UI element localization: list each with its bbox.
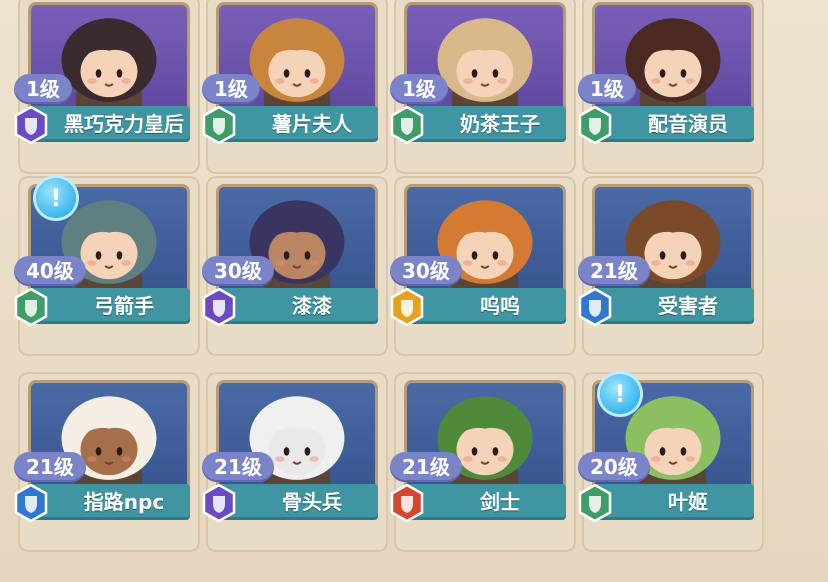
rarity-shield-icon [390, 105, 424, 145]
character-name: 配音演员 [648, 112, 728, 136]
rarity-shield-icon [202, 287, 236, 327]
character-name: 受害者 [658, 294, 718, 318]
character-card[interactable]: 漆漆 30级 [202, 176, 388, 356]
level-badge: 30级 [202, 256, 274, 286]
rarity-shield-icon [390, 287, 424, 327]
level-badge: 20级 [578, 452, 650, 482]
level-badge: 30级 [390, 256, 462, 286]
character-name: 骨头兵 [282, 490, 342, 514]
rarity-shield-icon [578, 483, 612, 523]
character-portrait [404, 184, 566, 304]
level-badge: 21级 [202, 452, 274, 482]
rarity-shield-icon [14, 287, 48, 327]
name-banner: 弓箭手 [28, 288, 190, 324]
character-name: 弓箭手 [94, 294, 154, 318]
character-card[interactable]: 黑巧克力皇后 1级 [14, 0, 200, 174]
rarity-shield-icon [390, 483, 424, 523]
character-name: 剑士 [480, 490, 520, 514]
character-card[interactable]: 骨头兵 21级 [202, 372, 388, 552]
character-card[interactable]: 薯片夫人 1级 [202, 0, 388, 174]
character-card[interactable]: 呜呜 30级 [390, 176, 576, 356]
character-card[interactable]: 剑士 21级 [390, 372, 576, 552]
character-portrait [592, 2, 754, 122]
character-card[interactable]: 奶茶王子 1级 [390, 0, 576, 174]
level-badge: 21级 [14, 452, 86, 482]
name-banner: 薯片夫人 [216, 106, 378, 142]
name-banner: 呜呜 [404, 288, 566, 324]
level-badge: 40级 [14, 256, 86, 286]
name-banner: 配音演员 [592, 106, 754, 142]
rarity-shield-icon [14, 483, 48, 523]
character-name: 指路npc [83, 490, 165, 514]
character-name: 薯片夫人 [272, 112, 352, 136]
character-portrait [28, 2, 190, 122]
character-name: 叶姬 [668, 490, 708, 514]
notification-bubble-icon[interactable]: ! [600, 374, 640, 414]
character-portrait [592, 184, 754, 304]
level-badge: 1级 [202, 74, 260, 104]
notification-bubble-icon[interactable]: ! [36, 178, 76, 218]
name-banner: 指路npc [28, 484, 190, 520]
name-banner: 漆漆 [216, 288, 378, 324]
name-banner: 叶姬 [592, 484, 754, 520]
character-name: 奶茶王子 [460, 112, 540, 136]
character-portrait [216, 380, 378, 500]
character-portrait [404, 380, 566, 500]
name-banner: 骨头兵 [216, 484, 378, 520]
rarity-shield-icon [202, 483, 236, 523]
character-portrait [216, 2, 378, 122]
character-grid: 黑巧克力皇后 1级 薯片夫人 1级 奶茶王子 1级 配音演员 1级 弓箭手 40级 漆漆 30级 呜呜 3… [0, 0, 828, 582]
character-card[interactable]: 受害者 21级 [578, 176, 764, 356]
character-name: 呜呜 [480, 294, 520, 318]
rarity-shield-icon [202, 105, 236, 145]
character-name: 漆漆 [292, 294, 332, 318]
name-banner: 奶茶王子 [404, 106, 566, 142]
rarity-shield-icon [578, 287, 612, 327]
rarity-shield-icon [14, 105, 48, 145]
rarity-shield-icon [578, 105, 612, 145]
level-badge: 1级 [390, 74, 448, 104]
level-badge: 21级 [390, 452, 462, 482]
character-name: 黑巧克力皇后 [64, 112, 184, 136]
character-portrait [28, 380, 190, 500]
character-portrait [216, 184, 378, 304]
level-badge: 21级 [578, 256, 650, 286]
name-banner: 黑巧克力皇后 [28, 106, 190, 142]
name-banner: 受害者 [592, 288, 754, 324]
level-badge: 1级 [578, 74, 636, 104]
name-banner: 剑士 [404, 484, 566, 520]
character-portrait [404, 2, 566, 122]
character-card[interactable]: 指路npc 21级 [14, 372, 200, 552]
level-badge: 1级 [14, 74, 72, 104]
character-card[interactable]: 配音演员 1级 [578, 0, 764, 174]
